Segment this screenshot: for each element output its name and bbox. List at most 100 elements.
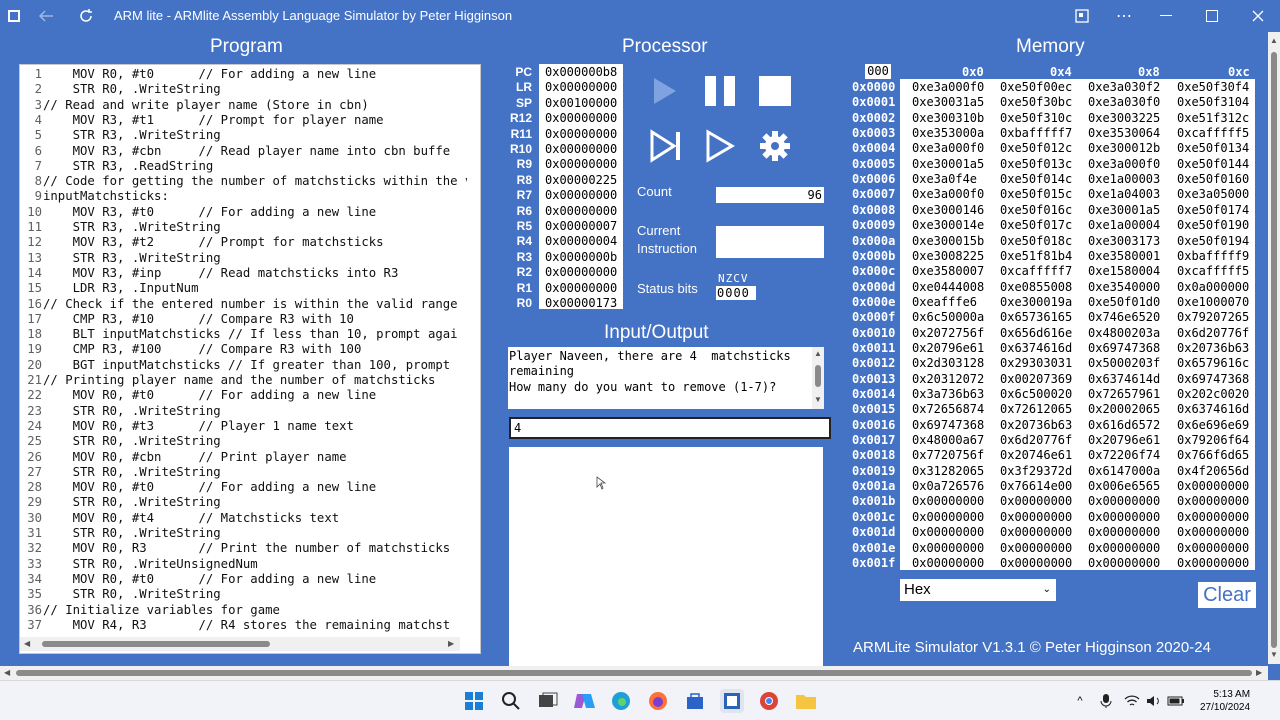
- memory-cell[interactable]: 0x6d20776f: [1000, 433, 1072, 447]
- store-icon[interactable]: [683, 689, 707, 713]
- memory-cell[interactable]: 0xe3a0f4e: [912, 172, 977, 186]
- memory-cell[interactable]: 0x00000000: [912, 494, 984, 508]
- windows-start-icon[interactable]: [462, 689, 486, 713]
- memory-cell[interactable]: 0x6e696e69: [1177, 418, 1249, 432]
- memory-cell[interactable]: 0xe50f018c: [1000, 234, 1072, 248]
- code-line[interactable]: 1 MOV R0, #t0 // For adding a new line: [20, 67, 467, 82]
- battery-icon[interactable]: [1164, 689, 1188, 713]
- firefox-icon[interactable]: [646, 689, 670, 713]
- memory-cell[interactable]: 0xe300310b: [912, 111, 984, 125]
- volume-icon[interactable]: [1142, 689, 1166, 713]
- memory-cell[interactable]: 0x202c0020: [1177, 387, 1249, 401]
- stop-button[interactable]: [757, 74, 793, 108]
- code-line[interactable]: 3// Read and write player name (Store in…: [20, 98, 467, 113]
- memory-cell[interactable]: 0x00000000: [1000, 541, 1072, 555]
- memory-cell[interactable]: 0xe50f0174: [1177, 203, 1249, 217]
- memory-cell[interactable]: 0x69747368: [912, 418, 984, 432]
- program-editor[interactable]: 1 MOV R0, #t0 // For adding a new line 2 …: [19, 64, 481, 654]
- memory-cell[interactable]: 0xe0855008: [1000, 280, 1072, 294]
- memory-cell[interactable]: 0x4800203a: [1088, 326, 1160, 340]
- memory-cell[interactable]: 0x2072756f: [912, 326, 984, 340]
- memory-cell[interactable]: 0xe300019a: [1000, 295, 1072, 309]
- code-text[interactable]: MOV R3, #t2 // Prompt for matchsticks: [42, 235, 467, 250]
- memory-cell[interactable]: 0xe3003173: [1088, 234, 1160, 248]
- file-explorer-icon[interactable]: [794, 689, 818, 713]
- memory-cell[interactable]: 0x766f6d65: [1177, 448, 1249, 462]
- code-text[interactable]: STR R3, .WriteString: [42, 251, 467, 266]
- code-text[interactable]: MOV R4, R3 // R4 stores the remaining ma…: [42, 618, 467, 633]
- memory-cell[interactable]: 0xe3a030f0: [1088, 95, 1160, 109]
- code-line[interactable]: 13 STR R3, .WriteString: [20, 251, 467, 266]
- memory-cell[interactable]: 0x00000000: [1177, 510, 1249, 524]
- scroll-left-arrow-icon[interactable]: ◀: [4, 668, 10, 677]
- memory-cell[interactable]: 0x6147000a: [1088, 464, 1160, 478]
- code-text[interactable]: MOV R0, #t0 // For adding a new line: [42, 388, 467, 403]
- code-text[interactable]: STR R0, .WriteString: [42, 82, 467, 97]
- code-line[interactable]: 36// Initialize variables for game: [20, 603, 467, 618]
- code-text[interactable]: // Code for getting the number of matchs…: [42, 174, 467, 189]
- memory-cell[interactable]: 0x6c50000a: [912, 310, 984, 324]
- memory-cell[interactable]: 0xe50f016c: [1000, 203, 1072, 217]
- memory-cell[interactable]: 0xe50f013c: [1000, 157, 1072, 171]
- memory-cell[interactable]: 0x3f29372d: [1000, 464, 1072, 478]
- memory-address-input[interactable]: 000: [865, 64, 891, 79]
- memory-cell[interactable]: 0x7720756f: [912, 448, 984, 462]
- memory-cell[interactable]: 0x00000000: [1088, 541, 1160, 555]
- memory-cell[interactable]: 0x20736b63: [1177, 341, 1249, 355]
- code-line[interactable]: 32 MOV R0, R3 // Print the number of mat…: [20, 541, 467, 556]
- step-over-button[interactable]: [704, 128, 736, 164]
- scrollbar-thumb[interactable]: [16, 670, 1252, 676]
- code-line[interactable]: 37 MOV R4, R3 // R4 stores the remaining…: [20, 618, 467, 633]
- code-text[interactable]: BGT inputMatchsticks // If greater than …: [42, 358, 467, 373]
- memory-cell[interactable]: 0x76614e00: [1000, 479, 1072, 493]
- clear-button[interactable]: Clear: [1198, 582, 1256, 608]
- memory-cell[interactable]: 0xe3540000: [1088, 280, 1160, 294]
- memory-cell[interactable]: 0x00000000: [1000, 525, 1072, 539]
- code-line[interactable]: 30 MOV R0, #t4 // Matchsticks text: [20, 511, 467, 526]
- code-line[interactable]: 4 MOV R3, #t1 // Prompt for player name: [20, 113, 467, 128]
- memory-cell[interactable]: 0x00000000: [1088, 556, 1160, 570]
- search-icon[interactable]: [499, 689, 523, 713]
- memory-cell[interactable]: 0x746e6520: [1088, 310, 1160, 324]
- code-text[interactable]: CMP R3, #100 // Compare R3 with 100: [42, 342, 467, 357]
- code-text[interactable]: BLT inputMatchsticks // If less than 10,…: [42, 327, 467, 342]
- code-text[interactable]: inputMatchsticks:: [42, 189, 467, 204]
- memory-cell[interactable]: 0xe50f0160: [1177, 172, 1249, 186]
- memory-cell[interactable]: 0x00000000: [1177, 541, 1249, 555]
- code-text[interactable]: // Read and write player name (Store in …: [42, 98, 467, 113]
- code-text[interactable]: STR R0, .WriteUnsignedNum: [42, 557, 467, 572]
- code-text[interactable]: // Check if the entered number is within…: [42, 297, 467, 312]
- memory-cell[interactable]: 0xe51f81b4: [1000, 249, 1072, 263]
- code-text[interactable]: STR R0, .WriteString: [42, 465, 467, 480]
- code-line[interactable]: 18 BLT inputMatchsticks // If less than …: [20, 327, 467, 342]
- code-line[interactable]: 8// Code for getting the number of match…: [20, 174, 467, 189]
- memory-cell[interactable]: 0x79207265: [1177, 310, 1249, 324]
- code-text[interactable]: MOV R0, R3 // Print the number of matchs…: [42, 541, 467, 556]
- memory-cell[interactable]: 0x6d20776f: [1177, 326, 1249, 340]
- code-line[interactable]: 11 STR R3, .WriteString: [20, 220, 467, 235]
- memory-cell[interactable]: 0xe3a000f0: [912, 80, 984, 94]
- memory-cell[interactable]: 0x3a736b63: [912, 387, 984, 401]
- memory-cell[interactable]: 0x20746e61: [1000, 448, 1072, 462]
- memory-cell[interactable]: 0x00000000: [912, 541, 984, 555]
- code-line[interactable]: 29 STR R0, .WriteString: [20, 495, 467, 510]
- memory-cell[interactable]: 0xcafffff5: [1177, 126, 1249, 140]
- memory-cell[interactable]: 0x6579616c: [1177, 356, 1249, 370]
- code-line[interactable]: 5 STR R3, .WriteString: [20, 128, 467, 143]
- memory-cell[interactable]: 0x00000000: [1000, 494, 1072, 508]
- memory-cell[interactable]: 0xe50f012c: [1000, 141, 1072, 155]
- code-line[interactable]: 35 STR R0, .WriteString: [20, 587, 467, 602]
- code-line[interactable]: 20 BGT inputMatchsticks // If greater th…: [20, 358, 467, 373]
- scroll-right-arrow-icon[interactable]: ▶: [1256, 668, 1262, 677]
- scroll-left-arrow-icon[interactable]: ◀: [24, 639, 30, 648]
- code-text[interactable]: MOV R3, #cbn // Read player name into cb…: [42, 144, 467, 159]
- memory-cell[interactable]: 0x00000000: [1177, 556, 1249, 570]
- close-icon[interactable]: [1246, 0, 1270, 32]
- code-line[interactable]: 23 STR R0, .WriteString: [20, 404, 467, 419]
- io-input-field[interactable]: 4: [509, 417, 831, 439]
- code-line[interactable]: 26 MOV R0, #cbn // Print player name: [20, 450, 467, 465]
- memory-cell[interactable]: 0x6374614d: [1088, 372, 1160, 386]
- code-line[interactable]: 7 STR R3, .ReadString: [20, 159, 467, 174]
- code-text[interactable]: STR R0, .WriteString: [42, 587, 467, 602]
- edge-browser-icon[interactable]: [609, 689, 633, 713]
